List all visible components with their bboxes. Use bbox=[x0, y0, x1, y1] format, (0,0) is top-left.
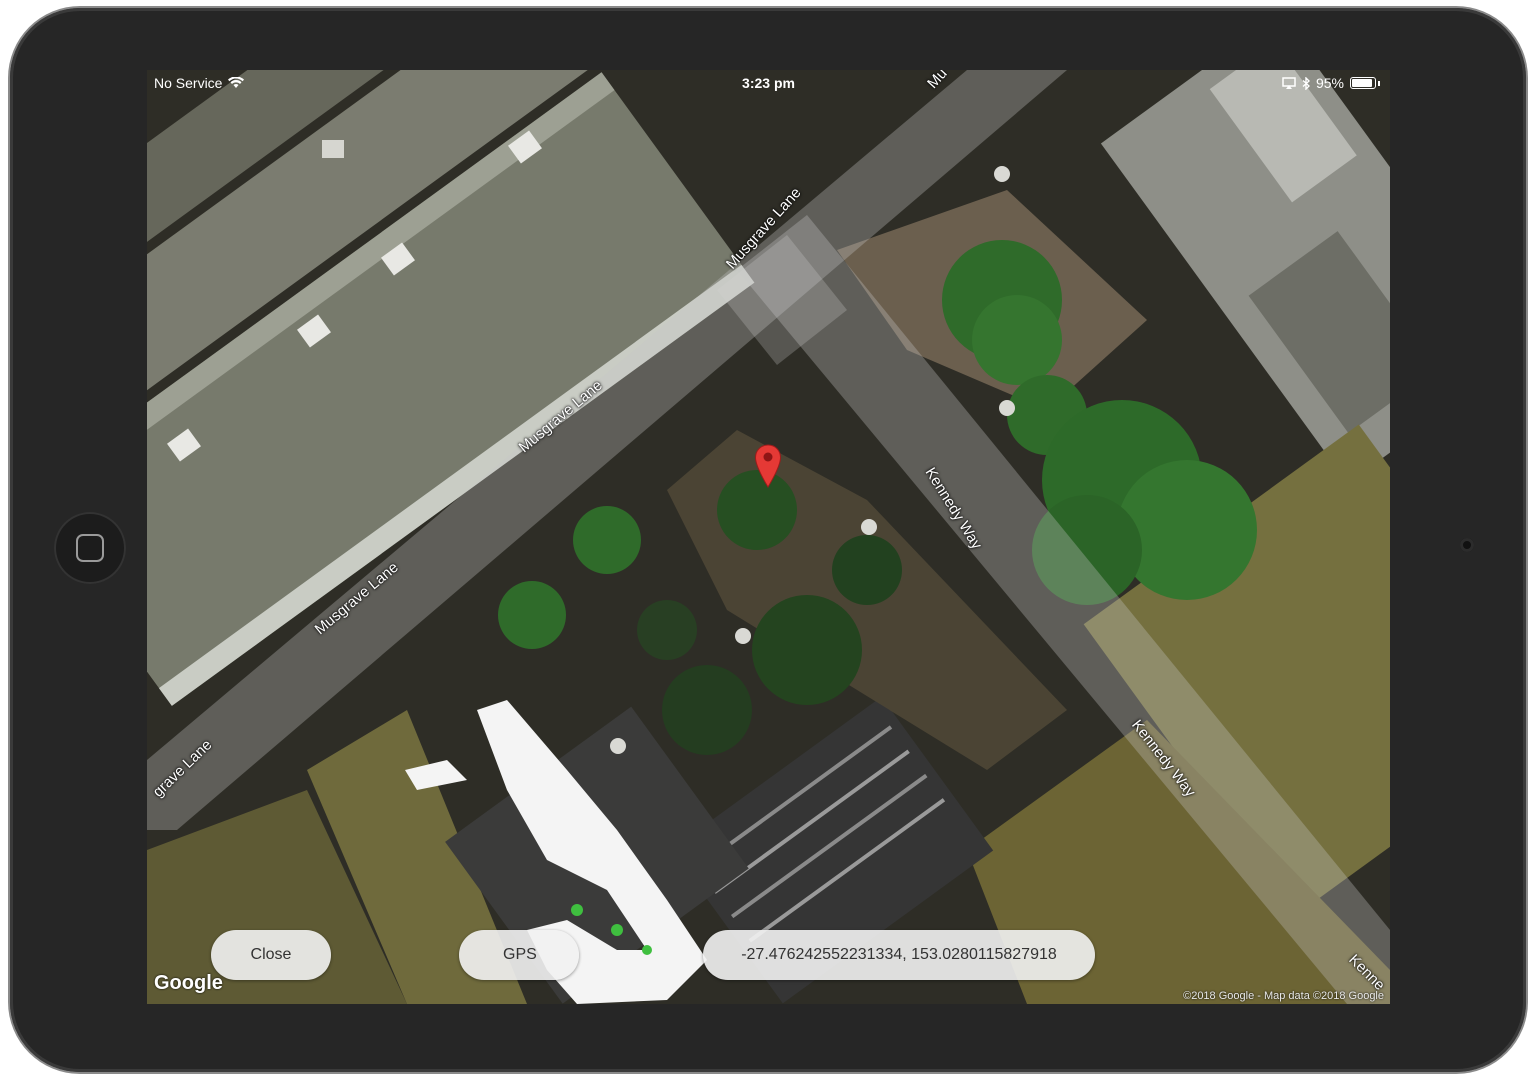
status-time: 3:23 pm bbox=[742, 75, 795, 91]
battery-percent: 95% bbox=[1315, 75, 1344, 91]
status-bar: No Service 3:23 pm 95% bbox=[147, 70, 1390, 96]
coordinates-display: -27.476242552231334, 153.0280115827918 bbox=[703, 930, 1095, 980]
camera-icon bbox=[1460, 538, 1474, 552]
home-button[interactable] bbox=[54, 512, 126, 584]
bluetooth-icon bbox=[1302, 76, 1310, 90]
map-pin-icon[interactable] bbox=[754, 444, 782, 488]
airplay-icon bbox=[1282, 77, 1296, 89]
app-screen: Musgrave Lane Musgrave Lane Musgrave Lan… bbox=[147, 70, 1390, 1004]
close-button[interactable]: Close bbox=[211, 930, 331, 980]
home-button-icon bbox=[76, 534, 104, 562]
google-logo: Google bbox=[154, 972, 223, 994]
battery-icon bbox=[1350, 77, 1376, 89]
map-attribution: ©2018 Google - Map data ©2018 Google bbox=[1183, 990, 1384, 1002]
gps-button[interactable]: GPS bbox=[459, 930, 579, 980]
